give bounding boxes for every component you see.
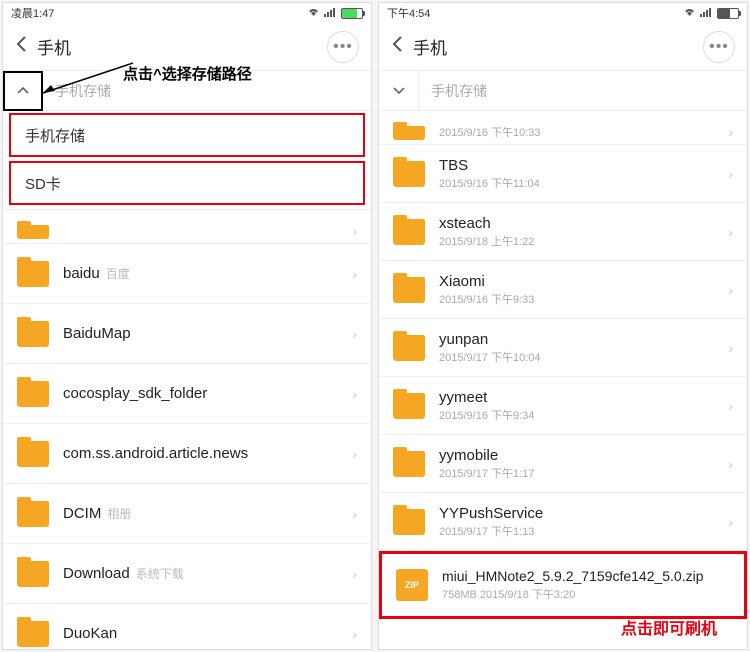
chevron-right-icon: › xyxy=(352,626,357,642)
wifi-icon xyxy=(307,7,320,20)
list-item[interactable]: yymobile2015/9/17 下午1:17 › xyxy=(379,435,747,493)
folder-icon xyxy=(393,335,425,361)
folder-icon xyxy=(17,621,49,647)
folder-icon xyxy=(17,261,49,287)
battery-icon xyxy=(717,8,739,19)
chevron-right-icon: › xyxy=(352,386,357,402)
zip-icon: ZIP xyxy=(396,569,428,601)
breadcrumb: 手机存储 xyxy=(379,71,747,111)
list-item[interactable]: yymeet2015/9/16 下午9:34 › xyxy=(379,377,747,435)
more-button[interactable]: ••• xyxy=(327,31,359,63)
list-item[interactable]: Download系统下载 › xyxy=(3,544,371,604)
left-screenshot: 凌晨1:47 手机 点击^选择存储路径 ••• 手机存储 手机存储 SD卡 xyxy=(2,2,372,650)
back-button[interactable] xyxy=(15,35,27,59)
more-button[interactable]: ••• xyxy=(703,31,735,63)
chevron-right-icon: › xyxy=(728,398,733,414)
breadcrumb-path: 手机存储 xyxy=(43,81,111,101)
chevron-right-icon: › xyxy=(352,266,357,282)
status-icons xyxy=(307,7,363,20)
list-item[interactable]: TBS2015/9/16 下午11:04 › xyxy=(379,145,747,203)
wifi-icon xyxy=(683,7,696,20)
folder-icon xyxy=(17,225,49,239)
chevron-right-icon: › xyxy=(728,166,733,182)
breadcrumb-toggle[interactable] xyxy=(3,71,43,111)
chevron-right-icon: › xyxy=(728,340,733,356)
list-item[interactable]: DCIM相册 › xyxy=(3,484,371,544)
battery-icon xyxy=(341,8,363,19)
chevron-right-icon: › xyxy=(728,224,733,240)
file-name: miui_HMNote2_5.9.2_7159cfe142_5.0.zip xyxy=(442,568,730,586)
folder-icon xyxy=(17,441,49,467)
breadcrumb-path: 手机存储 xyxy=(419,81,487,101)
folder-icon xyxy=(393,126,425,140)
right-screenshot: 下午4:54 手机 ••• 手机存储 2015/9/16 下午10:33 › xyxy=(378,2,748,650)
folder-icon xyxy=(393,219,425,245)
dropdown-sd-card[interactable]: SD卡 xyxy=(9,161,365,205)
status-time: 下午4:54 xyxy=(387,5,430,21)
page-title: 手机 xyxy=(37,34,71,59)
chevron-right-icon: › xyxy=(728,456,733,472)
chevron-right-icon: › xyxy=(728,282,733,298)
folder-icon xyxy=(17,321,49,347)
list-item[interactable]: DuoKan › xyxy=(3,604,371,649)
signal-icon xyxy=(700,7,713,20)
dropdown-phone-storage[interactable]: 手机存储 xyxy=(9,113,365,157)
chevron-right-icon: › xyxy=(352,506,357,522)
header: 手机 ••• xyxy=(379,23,747,71)
chevron-right-icon: › xyxy=(728,514,733,530)
chevron-right-icon: › xyxy=(728,124,733,140)
list-item[interactable]: xsteach2015/9/18 上午1:22 › xyxy=(379,203,747,261)
folder-icon xyxy=(393,451,425,477)
status-time: 凌晨1:47 xyxy=(11,5,54,21)
folder-icon xyxy=(17,381,49,407)
list-item[interactable]: BaiduMap › xyxy=(3,304,371,364)
list-item[interactable]: cocosplay_sdk_folder › xyxy=(3,364,371,424)
list-item[interactable]: 2015/9/16 下午10:33 › xyxy=(379,111,747,145)
status-bar: 下午4:54 xyxy=(379,3,747,23)
folder-icon xyxy=(393,161,425,187)
status-bar: 凌晨1:47 xyxy=(3,3,371,23)
chevron-right-icon: › xyxy=(352,223,357,239)
signal-icon xyxy=(324,7,337,20)
chevron-right-icon: › xyxy=(352,566,357,582)
header: 手机 点击^选择存储路径 ••• xyxy=(3,23,371,71)
list-item[interactable]: com.ss.android.article.news › xyxy=(3,424,371,484)
folder-icon xyxy=(393,509,425,535)
file-list[interactable]: 2015/9/16 下午10:33 › TBS2015/9/16 下午11:04… xyxy=(379,111,747,649)
zip-file-item[interactable]: ZIP miui_HMNote2_5.9.2_7159cfe142_5.0.zi… xyxy=(379,551,747,619)
folder-icon xyxy=(17,561,49,587)
list-item[interactable]: › xyxy=(3,210,371,244)
back-button[interactable] xyxy=(391,35,403,59)
folder-icon xyxy=(393,277,425,303)
folder-icon xyxy=(393,393,425,419)
storage-dropdown: 手机存储 SD卡 xyxy=(3,111,371,210)
chevron-right-icon: › xyxy=(352,326,357,342)
page-title: 手机 xyxy=(413,34,447,59)
chevron-right-icon: › xyxy=(352,446,357,462)
list-item[interactable]: Xiaomi2015/9/16 下午9:33 › xyxy=(379,261,747,319)
list-item[interactable]: yunpan2015/9/17 下午10:04 › xyxy=(379,319,747,377)
file-list[interactable]: › baidu百度 › BaiduMap › cocosplay_sdk_fol… xyxy=(3,210,371,649)
file-meta: 758MB 2015/9/18 下午3:20 xyxy=(442,586,730,602)
folder-icon xyxy=(17,501,49,527)
list-item[interactable]: baidu百度 › xyxy=(3,244,371,304)
breadcrumb: 手机存储 xyxy=(3,71,371,111)
breadcrumb-toggle[interactable] xyxy=(379,71,419,111)
list-item[interactable]: YYPushService2015/9/17 下午1:13 › xyxy=(379,493,747,551)
status-icons xyxy=(683,7,739,20)
